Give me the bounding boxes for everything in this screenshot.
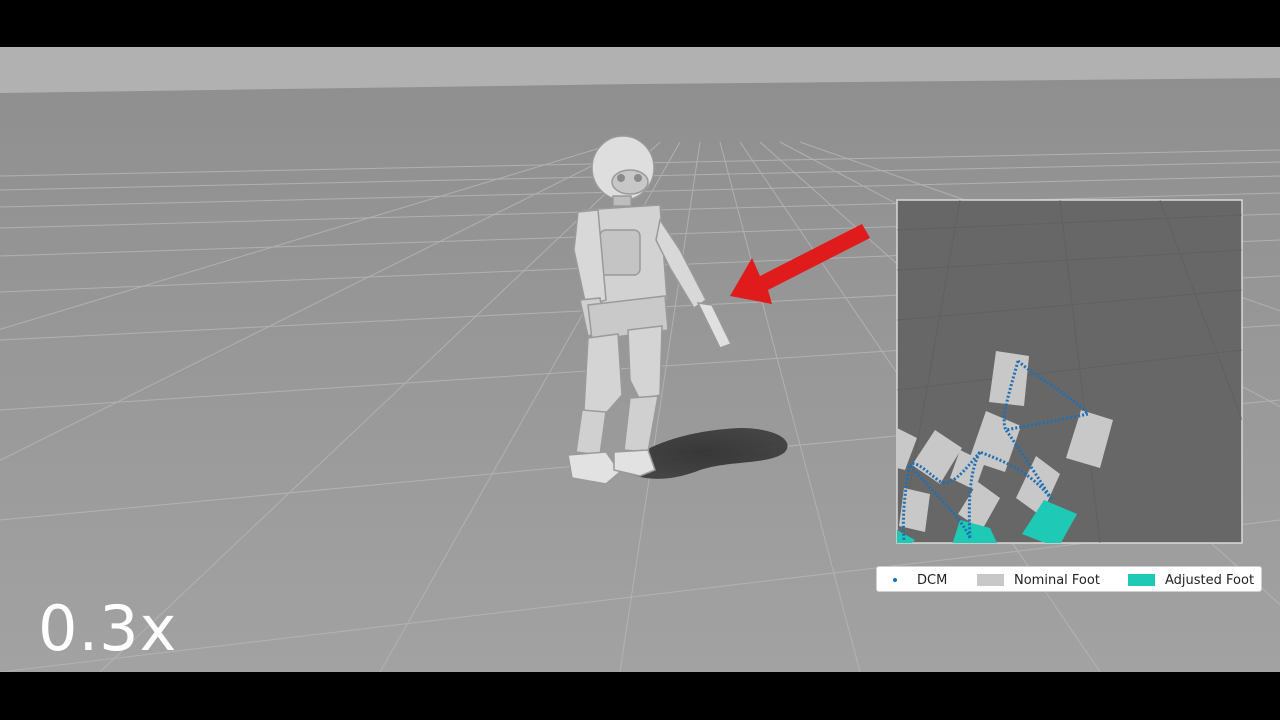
playback-speed-label: 0.3x [38, 592, 178, 665]
legend-label-dcm: DCM [917, 572, 948, 588]
letterbox-bottom [0, 672, 1280, 720]
letterbox-top [0, 0, 1280, 47]
nominal-foot-swatch-icon [977, 574, 1004, 586]
legend-item-nominal-foot: Nominal Foot [977, 567, 1100, 593]
legend-label-nominal-foot: Nominal Foot [1014, 572, 1100, 588]
legend-item-dcm: DCM [893, 567, 947, 593]
dcm-marker-icon [893, 578, 897, 582]
footstep-inset-plot [896, 199, 1243, 544]
legend-item-adjusted-foot: Adjusted Foot [1128, 567, 1254, 593]
legend-label-adjusted-foot: Adjusted Foot [1165, 572, 1255, 588]
adjusted-foot-swatch-icon [1128, 574, 1155, 586]
simulation-scene [0, 0, 1280, 720]
plot-legend: DCM Nominal Foot Adjusted Foot [876, 566, 1262, 592]
